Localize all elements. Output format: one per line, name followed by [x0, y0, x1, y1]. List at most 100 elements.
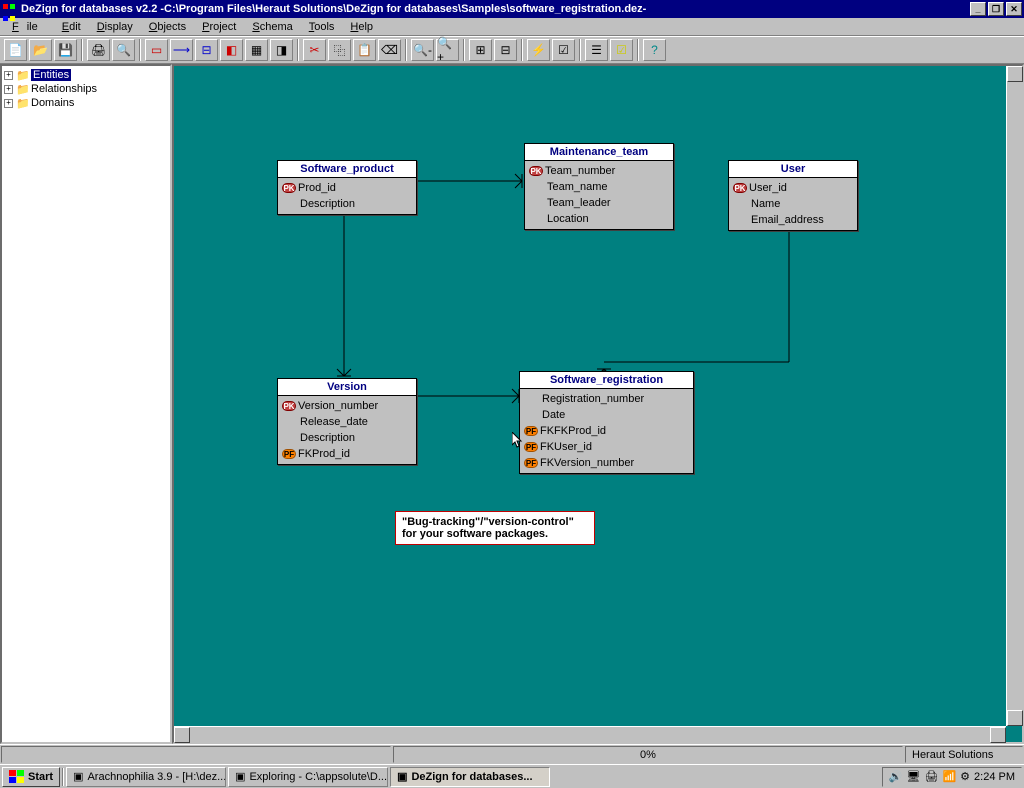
tree-item-entities[interactable]: +📁Entities	[4, 68, 168, 82]
tree-item-domains[interactable]: +📁Domains	[4, 96, 168, 110]
tray-icon[interactable]: 📶	[942, 770, 956, 783]
entity-title: Maintenance_team	[525, 144, 673, 161]
menu-file[interactable]: File	[4, 19, 54, 35]
menu-edit[interactable]: Edit	[54, 19, 89, 35]
key-spacer	[282, 433, 298, 443]
diagram-canvas[interactable]: Software_productPKProd_idDescription Main…	[174, 66, 1022, 742]
list-button[interactable]: ☰	[585, 39, 608, 61]
entity-button[interactable]: ▭	[145, 39, 168, 61]
print-preview-button[interactable]: 🔍	[112, 39, 135, 61]
menu-tools[interactable]: Tools	[301, 19, 343, 35]
open-button[interactable]: 📂	[29, 39, 52, 61]
horizontal-scrollbar[interactable]	[174, 726, 1006, 742]
attribute-row[interactable]: PKProd_id	[282, 180, 412, 196]
check-button[interactable]: ☑	[610, 39, 633, 61]
attribute-name: Team_leader	[547, 196, 611, 210]
attribute-name: Description	[300, 431, 355, 445]
attribute-row[interactable]: Location	[529, 211, 669, 227]
menu-schema[interactable]: Schema	[244, 19, 300, 35]
tray-icon[interactable]: 🖥	[907, 770, 921, 783]
validate-button[interactable]: ☑	[552, 39, 575, 61]
tree-item-relationships[interactable]: +📁Relationships	[4, 82, 168, 96]
foreign-key-icon: PF	[524, 458, 538, 468]
attribute-name: FKProd_id	[298, 447, 350, 461]
arrange-button[interactable]: ⊟	[494, 39, 517, 61]
attribute-row[interactable]: PKUser_id	[733, 180, 853, 196]
attribute-row[interactable]: Registration_number	[524, 391, 689, 407]
zoom-out-button[interactable]: 🔍-	[411, 39, 434, 61]
primary-key-icon: PK	[282, 401, 296, 411]
attribute-row[interactable]: Team_leader	[529, 195, 669, 211]
window-title: DeZign for databases v2.2 -C:\Program Fi…	[21, 3, 646, 15]
tree-label: Entities	[31, 69, 71, 81]
entity-software_registration[interactable]: Software_registrationRegistration_number…	[519, 371, 694, 474]
relationship-button[interactable]: ⟶	[170, 39, 193, 61]
diagram-note[interactable]: "Bug-tracking"/"version-control" for you…	[395, 511, 595, 545]
format-button[interactable]: ◨	[270, 39, 293, 61]
paste-button[interactable]: 📋	[353, 39, 376, 61]
vertical-scrollbar[interactable]	[1006, 66, 1022, 726]
tray-icon[interactable]: 🔊	[889, 770, 903, 783]
align-button[interactable]: ⊞	[469, 39, 492, 61]
attribute-row[interactable]: Email_address	[733, 212, 853, 228]
attribute-row[interactable]: Release_date	[282, 414, 412, 430]
delete-button[interactable]: ⌫	[378, 39, 401, 61]
attribute-row[interactable]: Name	[733, 196, 853, 212]
save-button[interactable]: 💾	[54, 39, 77, 61]
submodel-button[interactable]: ⊟	[195, 39, 218, 61]
attribute-row[interactable]: PKVersion_number	[282, 398, 412, 414]
attribute-name: Registration_number	[542, 392, 644, 406]
foreign-key-icon: PF	[524, 426, 538, 436]
taskbar-task[interactable]: ▣Exploring - C:\appsolute\D...	[228, 767, 388, 787]
help-button[interactable]: ?	[643, 39, 666, 61]
object-tree[interactable]: +📁Entities+📁Relationships+📁Domains	[0, 64, 172, 744]
attribute-row[interactable]: Date	[524, 407, 689, 423]
print-button[interactable]: 🖨	[87, 39, 110, 61]
key-spacer	[529, 214, 545, 224]
tree-label: Relationships	[31, 83, 97, 95]
attribute-name: User_id	[749, 181, 787, 195]
new-button[interactable]: 📄	[4, 39, 27, 61]
attribute-row[interactable]: PFFKVersion_number	[524, 455, 689, 471]
generate-button[interactable]: ⚡	[527, 39, 550, 61]
attribute-row[interactable]: Description	[282, 430, 412, 446]
folder-icon: 📁	[16, 83, 28, 95]
attribute-row[interactable]: PFFKFKProd_id	[524, 423, 689, 439]
expand-icon[interactable]: +	[4, 99, 13, 108]
expand-icon[interactable]: +	[4, 71, 13, 80]
menu-display[interactable]: Display	[89, 19, 141, 35]
copy-button[interactable]: ⿻	[328, 39, 351, 61]
menu-project[interactable]: Project	[194, 19, 244, 35]
tree-label: Domains	[31, 97, 74, 109]
tray-icon[interactable]: ⚙	[960, 770, 970, 783]
taskbar-task[interactable]: ▣Arachnophilia 3.9 - [H:\dez...	[66, 767, 226, 787]
foreign-key-icon: PF	[524, 442, 538, 452]
system-tray[interactable]: 🔊 🖥 🖨 📶 ⚙ 2:24 PM	[882, 767, 1022, 787]
task-icon: ▣	[235, 770, 245, 783]
maximize-button[interactable]: ❐	[988, 2, 1004, 16]
domain-button[interactable]: ◧	[220, 39, 243, 61]
minimize-button[interactable]: _	[970, 2, 986, 16]
taskbar-task[interactable]: ▣DeZign for databases...	[390, 767, 550, 787]
cut-button[interactable]: ✂	[303, 39, 326, 61]
attribute-row[interactable]: PKTeam_number	[529, 163, 669, 179]
start-button[interactable]: Start	[2, 767, 60, 787]
entity-user[interactable]: UserPKUser_idNameEmail_address	[728, 160, 858, 231]
status-left	[1, 746, 391, 763]
zoom-in-button[interactable]: 🔍+	[436, 39, 459, 61]
attribute-row[interactable]: Team_name	[529, 179, 669, 195]
note-button[interactable]: ▦	[245, 39, 268, 61]
entity-software_product[interactable]: Software_productPKProd_idDescription	[277, 160, 417, 215]
tray-icon[interactable]: 🖨	[924, 770, 938, 783]
attribute-row[interactable]: PFFKProd_id	[282, 446, 412, 462]
menu-help[interactable]: Help	[342, 19, 381, 35]
attribute-row[interactable]: Description	[282, 196, 412, 212]
primary-key-icon: PK	[733, 183, 747, 193]
expand-icon[interactable]: +	[4, 85, 13, 94]
entity-maintenance_team[interactable]: Maintenance_team PKTeam_numberTeam_nameTe…	[524, 143, 674, 230]
attribute-row[interactable]: PFFKUser_id	[524, 439, 689, 455]
attribute-name: FKFKProd_id	[540, 424, 606, 438]
entity-version[interactable]: VersionPKVersion_numberRelease_dateDescr…	[277, 378, 417, 465]
menu-objects[interactable]: Objects	[141, 19, 194, 35]
close-button[interactable]: ✕	[1006, 2, 1022, 16]
